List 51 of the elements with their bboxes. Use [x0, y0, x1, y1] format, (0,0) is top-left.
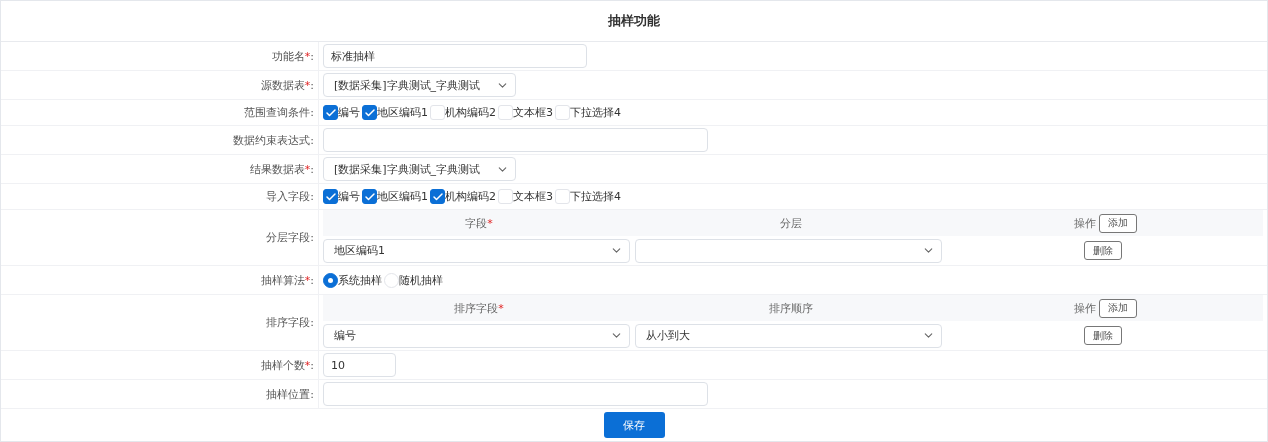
save-button[interactable]: 保存	[603, 412, 665, 438]
select-field[interactable]: 地区编码1	[323, 238, 630, 263]
checkbox-label: 地区编码1	[377, 105, 428, 120]
field-label: 范围查询条件:	[244, 105, 314, 120]
field-label: 数据约束表达式:	[233, 132, 314, 148]
field-label: 源数据表*:	[260, 77, 314, 93]
select-field[interactable]: 从小到大	[635, 323, 942, 348]
column-header: 操作	[1073, 300, 1096, 316]
select-field[interactable]: 编号	[323, 323, 630, 348]
add-button[interactable]: 添加	[1098, 298, 1137, 318]
field-label: 功能名*:	[271, 48, 314, 64]
text-field[interactable]: 标准抽样	[323, 44, 587, 68]
column-header: 字段*	[465, 215, 493, 231]
checkbox-label: 下拉选择4	[570, 105, 621, 120]
column-header: 排序顺序	[769, 300, 813, 316]
checkbox-label: 地区编码1	[377, 189, 428, 204]
delete-button[interactable]: 删除	[1083, 241, 1122, 260]
checkbox-label: 文本框3	[513, 189, 553, 204]
field-label: 抽样个数*:	[260, 357, 314, 373]
checkbox-label: 下拉选择4	[570, 189, 621, 204]
select-field[interactable]	[635, 238, 942, 263]
checkbox-label: 编号	[338, 189, 360, 204]
checkbox-label: 编号	[338, 105, 360, 120]
text-field[interactable]	[323, 382, 708, 406]
checkbox-label: 机构编码2	[445, 189, 496, 204]
radio-button[interactable]	[323, 272, 338, 288]
field-label: 结果数据表*:	[249, 161, 314, 177]
radio-label: 随机抽样	[399, 272, 443, 288]
checkbox[interactable]	[323, 189, 338, 204]
field-label: 排序字段:	[266, 315, 314, 330]
checkbox[interactable]	[362, 105, 377, 120]
text-field[interactable]: 10	[323, 353, 396, 377]
radio-label: 系统抽样	[338, 272, 382, 288]
checkbox-label: 文本框3	[513, 105, 553, 120]
select-field[interactable]: [数据采集]字典测试_字典测试	[323, 157, 516, 181]
field-label: 导入字段:	[266, 189, 314, 204]
field-label: 抽样位置:	[266, 386, 314, 402]
column-header: 排序字段*	[454, 300, 504, 316]
page-title: 抽样功能	[1, 1, 1267, 42]
column-header: 分层	[780, 215, 802, 231]
add-button[interactable]: 添加	[1098, 213, 1137, 233]
checkbox[interactable]	[430, 189, 445, 204]
field-label: 抽样算法*:	[260, 272, 314, 288]
column-header: 操作	[1073, 215, 1096, 231]
field-label: 分层字段:	[266, 230, 314, 245]
text-field[interactable]	[323, 128, 708, 152]
checkbox-label: 机构编码2	[445, 105, 496, 120]
delete-button[interactable]: 删除	[1083, 326, 1122, 345]
checkbox[interactable]	[323, 105, 338, 120]
select-field[interactable]: [数据采集]字典测试_字典测试	[323, 73, 516, 97]
checkbox[interactable]	[362, 189, 377, 204]
